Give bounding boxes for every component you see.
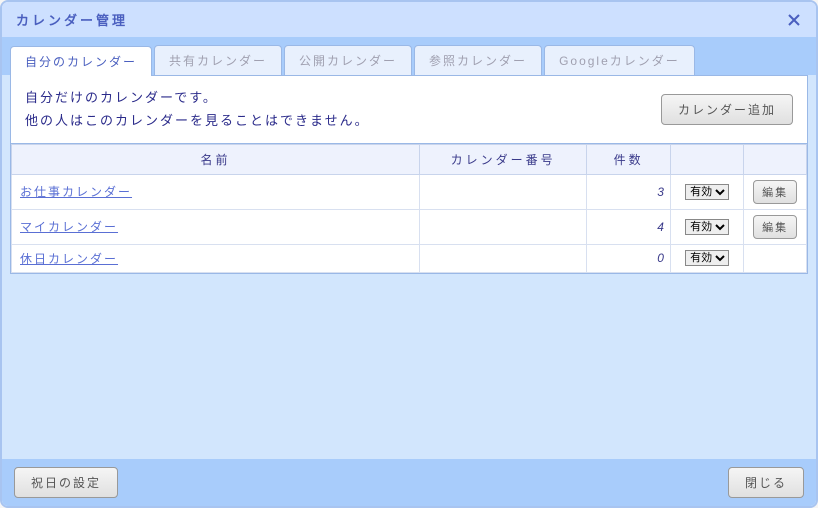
- add-calendar-button[interactable]: カレンダー追加: [661, 94, 793, 125]
- table-row: マイカレンダー 4 有効 編集: [12, 209, 807, 244]
- status-select[interactable]: 有効: [685, 219, 729, 235]
- tab-label: 共有カレンダー: [169, 54, 267, 68]
- close-button[interactable]: 閉じる: [728, 467, 804, 498]
- calendar-count-cell: 0: [587, 244, 671, 272]
- calendar-count-cell: 3: [587, 174, 671, 209]
- table-row: お仕事カレンダー 3 有効 編集: [12, 174, 807, 209]
- tab-shared-calendar[interactable]: 共有カレンダー: [154, 45, 282, 75]
- status-select[interactable]: 有効: [685, 250, 729, 266]
- header-name: 名前: [12, 144, 420, 174]
- description-line: 自分だけのカレンダーです。: [25, 86, 370, 109]
- description-row: 自分だけのカレンダーです。 他の人はこのカレンダーを見ることはできません。 カレ…: [11, 76, 807, 143]
- calendar-table-panel: 名前 カレンダー番号 件数 お仕事カレンダー3有効編集マイカレンダー4有効編集休…: [10, 144, 808, 274]
- header-number: カレンダー番号: [419, 144, 586, 174]
- tab-label: 公開カレンダー: [299, 54, 397, 68]
- tab-public-calendar[interactable]: 公開カレンダー: [284, 45, 412, 75]
- table-header-row: 名前 カレンダー番号 件数: [12, 144, 807, 174]
- calendar-name-link[interactable]: マイカレンダー: [20, 220, 118, 234]
- calendar-number-cell: [419, 209, 586, 244]
- calendar-count-cell: 4: [587, 209, 671, 244]
- tab-bar: 自分のカレンダー 共有カレンダー 公開カレンダー 参照カレンダー Googleカ…: [2, 37, 816, 75]
- tab-my-calendar[interactable]: 自分のカレンダー: [10, 46, 152, 76]
- dialog-footer: 祝日の設定 閉じる: [2, 459, 816, 506]
- calendar-table: 名前 カレンダー番号 件数 お仕事カレンダー3有効編集マイカレンダー4有効編集休…: [11, 144, 807, 273]
- calendar-number-cell: [419, 174, 586, 209]
- tab-google-calendar[interactable]: Googleカレンダー: [544, 45, 695, 75]
- tab-label: 参照カレンダー: [429, 54, 527, 68]
- close-icon[interactable]: [786, 12, 802, 28]
- tab-reference-calendar[interactable]: 参照カレンダー: [414, 45, 542, 75]
- dialog-content: 自分のカレンダー 共有カレンダー 公開カレンダー 参照カレンダー Googleカ…: [2, 37, 816, 506]
- description-line: 他の人はこのカレンダーを見ることはできません。: [25, 109, 370, 132]
- calendar-name-link[interactable]: 休日カレンダー: [20, 252, 118, 266]
- header-count: 件数: [587, 144, 671, 174]
- tab-label: Googleカレンダー: [559, 54, 680, 68]
- header-status: [670, 144, 743, 174]
- tab-panel: 自分だけのカレンダーです。 他の人はこのカレンダーを見ることはできません。 カレ…: [10, 75, 808, 144]
- status-select[interactable]: 有効: [685, 184, 729, 200]
- dialog-title: カレンダー管理: [16, 10, 128, 29]
- description-text: 自分だけのカレンダーです。 他の人はこのカレンダーを見ることはできません。: [25, 86, 370, 133]
- holiday-settings-button[interactable]: 祝日の設定: [14, 467, 118, 498]
- table-row: 休日カレンダー 0 有効: [12, 244, 807, 272]
- tab-label: 自分のカレンダー: [25, 55, 137, 69]
- titlebar: カレンダー管理: [2, 2, 816, 37]
- calendar-manage-dialog: カレンダー管理 自分のカレンダー 共有カレンダー 公開カレンダー 参照カレンダー…: [0, 0, 818, 508]
- edit-button[interactable]: 編集: [753, 215, 797, 239]
- calendar-name-link[interactable]: お仕事カレンダー: [20, 185, 132, 199]
- calendar-number-cell: [419, 244, 586, 272]
- header-action: [744, 144, 807, 174]
- edit-button[interactable]: 編集: [753, 180, 797, 204]
- content-spacer: [2, 274, 816, 459]
